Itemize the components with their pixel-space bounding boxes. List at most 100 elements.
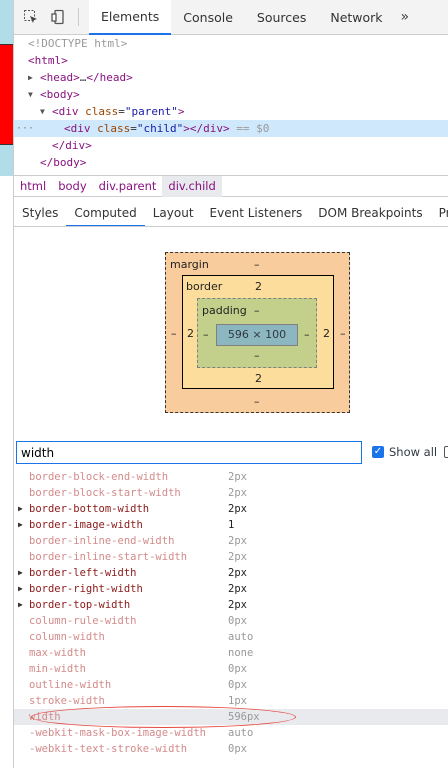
dom-tree: <!DOCTYPE html> <html> ▶ <head>…</head> … [14,35,448,175]
preview-margin-top [0,0,13,44]
property-name: border-right-width [29,583,143,595]
dom-div-parent[interactable]: ▼ <div class="parent"> [14,103,448,120]
property-value: 1 [228,519,235,531]
padding-right-value[interactable]: – [304,328,310,341]
node-actions-icon[interactable]: ··· [16,120,34,137]
preview-margin-bottom [0,145,13,176]
margin-left-value[interactable]: – [171,327,177,340]
tab-console[interactable]: Console [171,0,245,35]
property-row-border-inline-start-width[interactable]: border-inline-start-width 2px [14,549,448,565]
show-all-checkbox[interactable]: ✓ [372,446,384,458]
property-row-outline-width[interactable]: outline-width 0px [14,677,448,693]
expand-triangle-icon[interactable]: ▶ [18,501,23,517]
tab-layout[interactable]: Layout [145,201,202,226]
expand-triangle-icon[interactable]: ▶ [18,581,23,597]
border-bottom-value[interactable]: 2 [255,372,262,385]
tab-elements[interactable]: Elements [89,0,172,35]
property-value: 2px [228,503,247,515]
expand-triangle-icon[interactable]: ▶ [18,565,23,581]
breadcrumb: html body div.parent div.child [14,175,448,197]
property-row-webkit-mask-box-image-width[interactable]: -webkit-mask-box-image-width auto [14,725,448,741]
border-right-value[interactable]: 2 [323,327,330,340]
property-value: auto [228,631,254,643]
property-row-border-bottom-width[interactable]: ▶ border-bottom-width 2px [14,501,448,517]
expand-triangle-icon[interactable]: ▶ [18,517,23,533]
collapse-triangle-icon[interactable]: ▼ [40,103,45,120]
property-row-min-width[interactable]: min-width 0px [14,661,448,677]
tab-dom-breakpoints[interactable]: DOM Breakpoints [310,201,430,226]
box-model-border[interactable]: border 2 2 2 2 padding – – – – 596 × 100 [182,275,334,389]
property-name: outline-width [29,679,112,691]
property-row-border-block-start-width[interactable]: border-block-start-width 2px [14,485,448,501]
padding-bottom-value[interactable]: – [254,349,260,362]
more-tabs-icon[interactable]: » [395,9,416,25]
property-value: 0px [228,743,247,755]
property-row-column-rule-width[interactable]: column-rule-width 0px [14,613,448,629]
dom-div-close[interactable]: </div> [14,137,448,154]
show-all-label: Show all [389,445,438,459]
property-value: 2px [228,487,247,499]
dom-head[interactable]: ▶ <head>…</head> [14,69,448,86]
border-top-value[interactable]: 2 [255,280,262,293]
property-value: 2px [228,535,247,547]
margin-right-value[interactable]: – [340,327,346,340]
tab-event-listeners[interactable]: Event Listeners [202,201,311,226]
computed-filter-bar: ✓ Show all [14,441,448,465]
property-row-max-width[interactable]: max-width none [14,645,448,661]
property-name: min-width [29,663,86,675]
dom-doctype[interactable]: <!DOCTYPE html> [14,35,448,52]
property-row-border-left-width[interactable]: ▶ border-left-width 2px [14,565,448,581]
dom-body-close[interactable]: </body> [14,154,448,171]
property-name: border-inline-start-width [29,551,188,563]
box-model-padding[interactable]: padding – – – – 596 × 100 [197,298,317,368]
property-row-webkit-text-stroke-width[interactable]: -webkit-text-stroke-width 0px [14,741,448,757]
expand-triangle-icon[interactable]: ▶ [28,69,33,86]
breadcrumb-body[interactable]: body [52,176,92,197]
breadcrumb-div-parent[interactable]: div.parent [93,176,163,197]
property-value: auto [228,727,254,739]
border-left-value[interactable]: 2 [187,327,194,340]
property-row-border-right-width[interactable]: ▶ border-right-width 2px [14,581,448,597]
property-row-column-width[interactable]: column-width auto [14,629,448,645]
box-model: margin – – – – border 2 2 2 2 padding – … [14,227,448,435]
margin-bottom-value[interactable]: – [254,395,260,408]
device-toolbar-icon[interactable] [48,6,70,28]
expand-triangle-icon[interactable]: ▶ [18,597,23,613]
highlight-annotation [31,706,296,728]
property-name: border-inline-end-width [29,535,175,547]
inspect-element-icon[interactable] [20,6,42,28]
tab-network[interactable]: Network [318,0,394,35]
property-value: 2px [228,471,247,483]
show-all-toggle[interactable]: ✓ Show all [372,445,437,459]
property-name: max-width [29,647,86,659]
tab-sources[interactable]: Sources [245,0,318,35]
breadcrumb-html[interactable]: html [14,176,52,197]
collapse-triangle-icon[interactable]: ▼ [28,86,33,103]
tab-computed[interactable]: Computed [66,201,145,226]
property-row-border-image-width[interactable]: ▶ border-image-width 1 [14,517,448,533]
property-value: 0px [228,663,247,675]
group-checkbox[interactable] [444,446,448,458]
property-value: 2px [228,551,247,563]
margin-top-value[interactable]: – [254,258,260,271]
sidebar-tabs: Styles Computed Layout Event Listeners D… [14,201,448,227]
property-row-border-top-width[interactable]: ▶ border-top-width 2px [14,597,448,613]
padding-left-value[interactable]: – [203,328,209,341]
property-row-border-inline-end-width[interactable]: border-inline-end-width 2px [14,533,448,549]
breadcrumb-div-child[interactable]: div.child [162,175,222,197]
property-value: 2px [228,583,247,595]
padding-top-value[interactable]: – [254,304,260,317]
filter-input[interactable] [16,441,362,464]
tab-styles[interactable]: Styles [14,201,66,226]
dom-body[interactable]: ▼ <body> [14,86,448,103]
tab-properties[interactable]: Prope [431,201,448,226]
property-value: none [228,647,254,659]
devtools-panel: Elements Console Sources Network » <!DOC… [14,0,448,768]
property-value: 2px [228,567,247,579]
box-model-margin[interactable]: margin – – – – border 2 2 2 2 padding – … [165,252,350,413]
dom-html[interactable]: <html> [14,52,448,69]
property-row-border-block-end-width[interactable]: border-block-end-width 2px [14,469,448,485]
dom-div-child[interactable]: ··· <div class="child"></div> == $0 [14,120,448,137]
property-value: 2px [228,599,247,611]
box-model-content[interactable]: 596 × 100 [216,324,298,346]
